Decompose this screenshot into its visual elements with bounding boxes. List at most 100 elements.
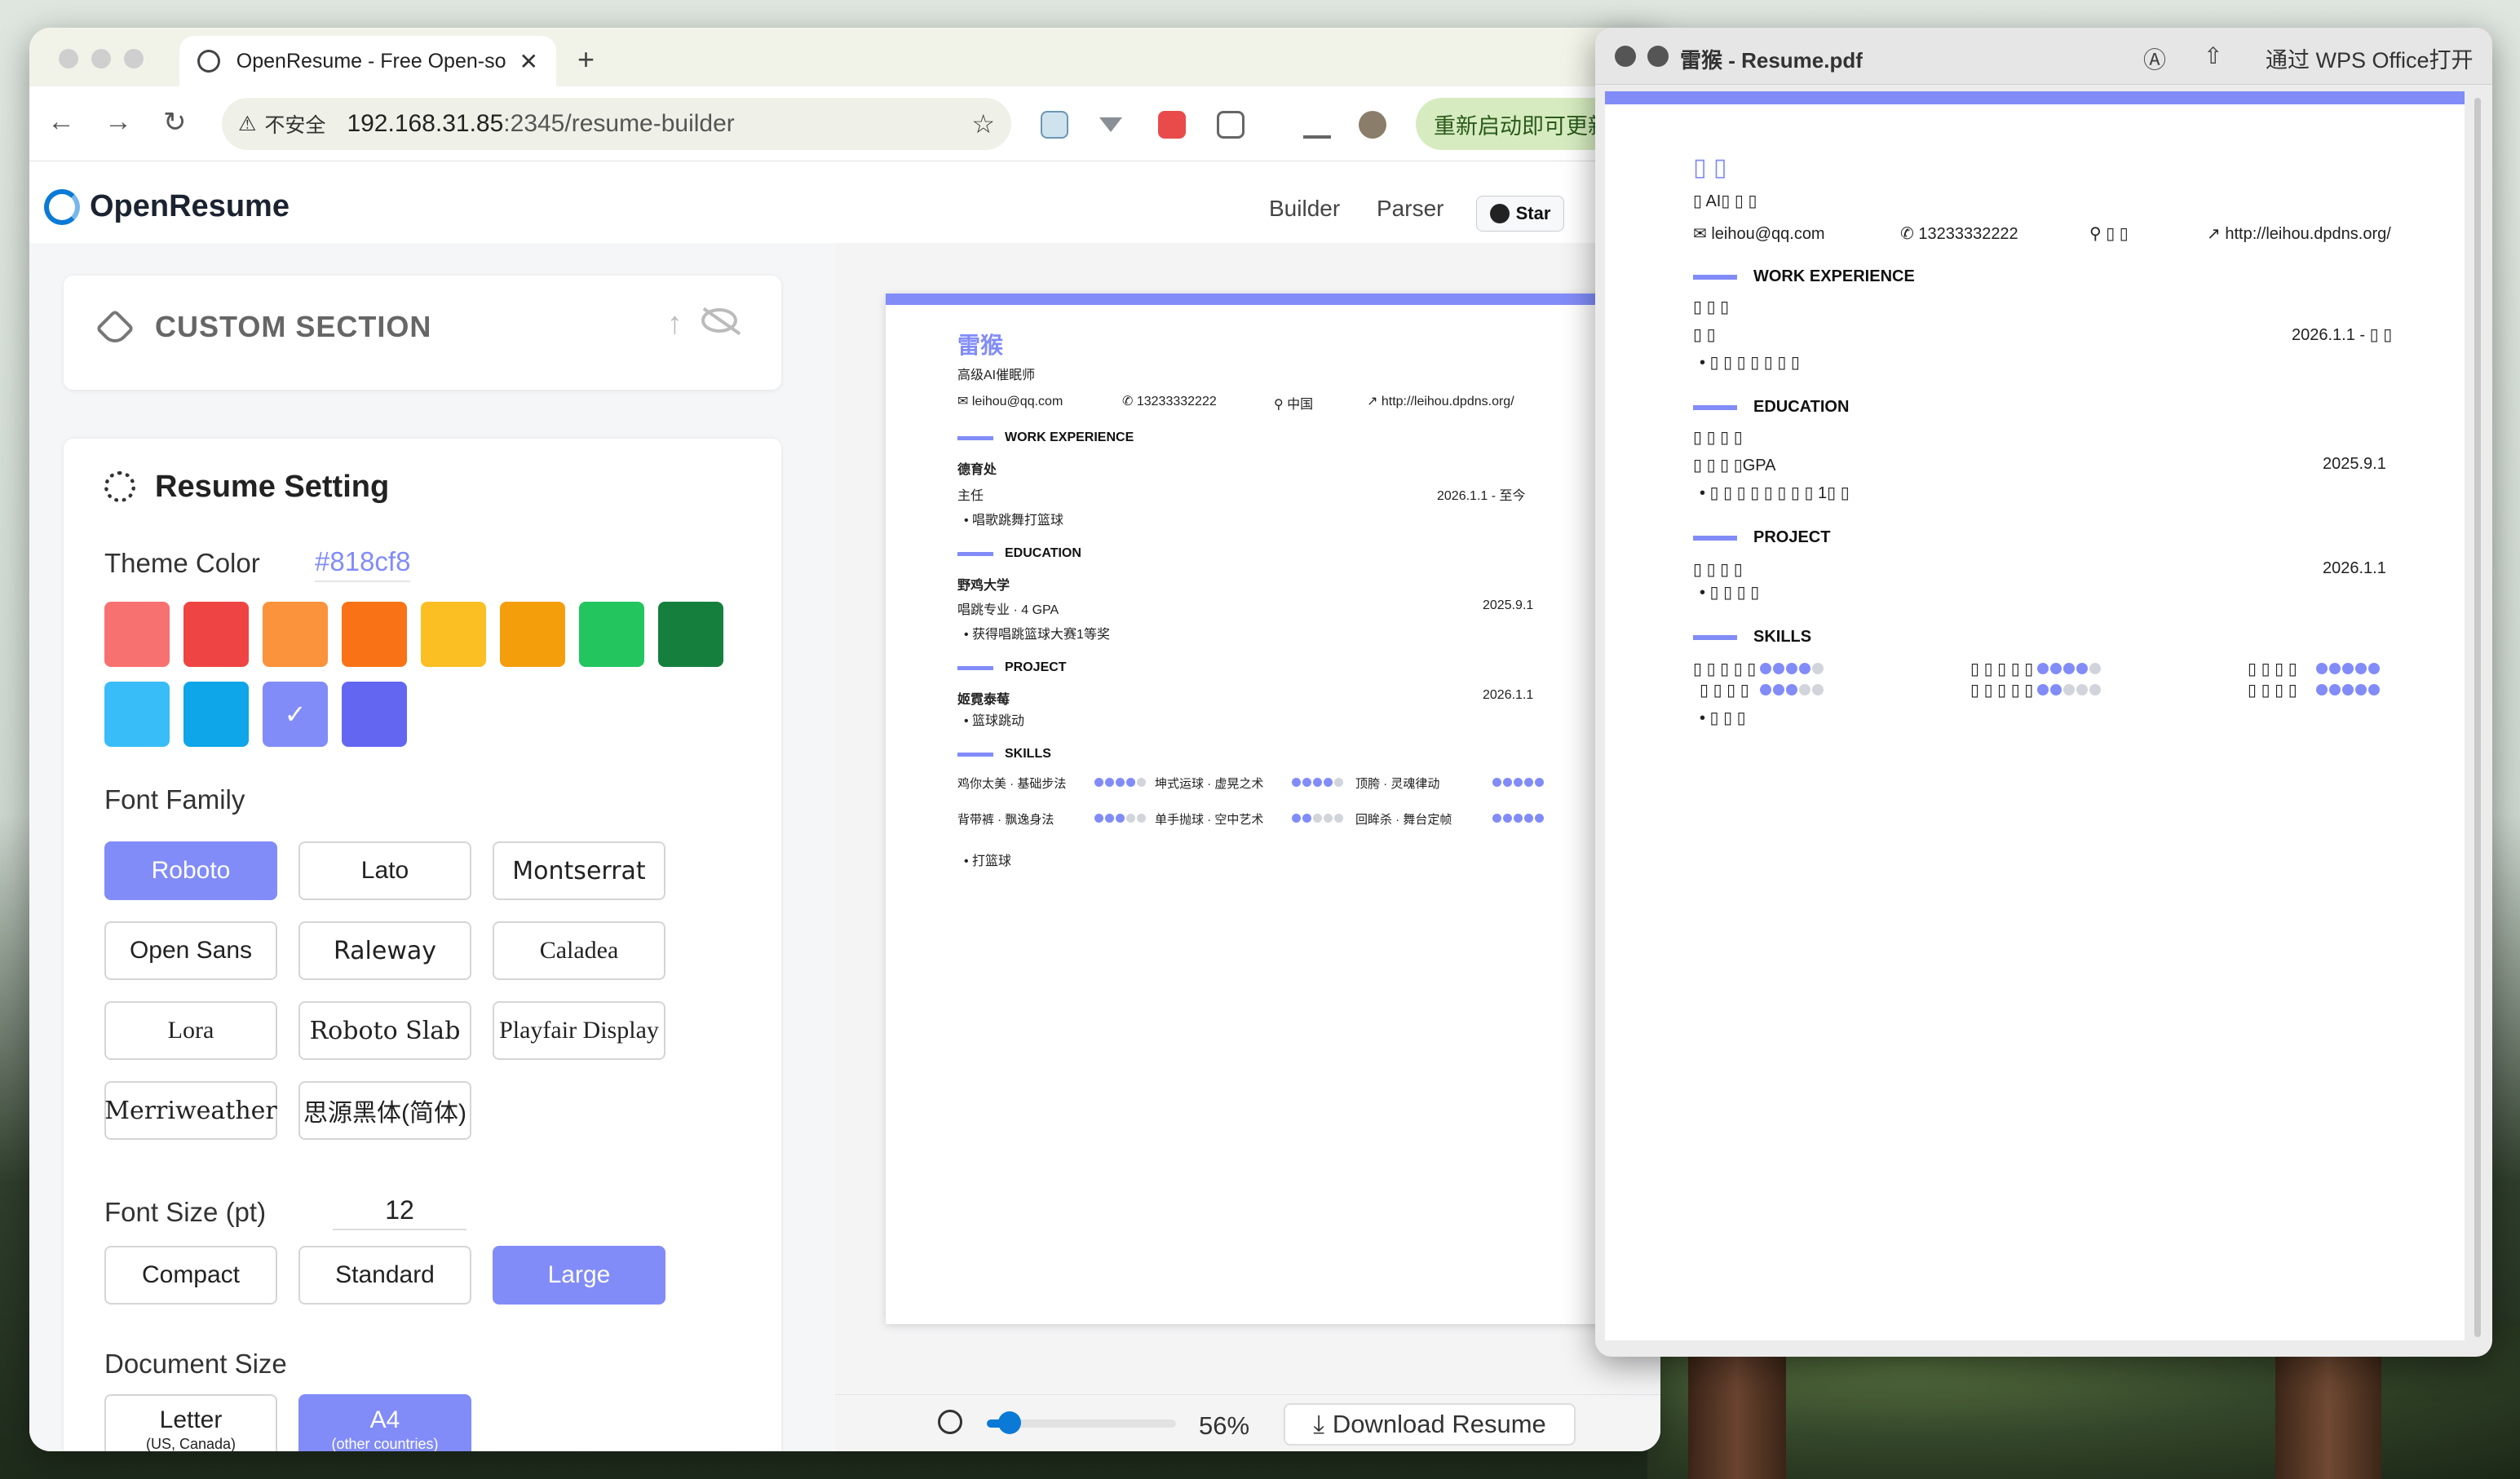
document-size-button[interactable]: A4 (other countries)	[298, 1394, 471, 1451]
color-swatch[interactable]	[500, 602, 565, 667]
extensions-icon[interactable]	[1217, 111, 1245, 139]
pdf-page: 󠁿󠁿▯ ▯ ▯ AI▯ ▯ ▯ ✉ leihou@qq.com ✆ 132333…	[1605, 91, 2465, 1340]
resume-email-text: leihou@qq.com	[971, 395, 1063, 408]
custom-section-card: CUSTOM SECTION ↑	[64, 276, 781, 390]
font-option-button[interactable]: Caladea	[493, 921, 665, 980]
hide-eye-icon[interactable]	[701, 308, 737, 333]
font-option-button[interactable]: Open Sans	[104, 921, 277, 980]
github-icon	[1489, 204, 1510, 223]
color-swatch[interactable]	[263, 602, 328, 667]
pdf-name: 󠁿󠁿▯ ▯	[1693, 154, 1727, 181]
pdf-work-company: ▯ ▯ ▯	[1693, 298, 1730, 316]
font-option-button[interactable]: Playfair Display	[493, 1001, 665, 1060]
block-icon[interactable]	[1647, 46, 1669, 67]
color-swatch[interactable]	[658, 602, 723, 667]
address-bar[interactable]: ⚠ 不安全 192.168.31.85:2345/resume-builder ☆	[222, 98, 1011, 150]
pdf-skill-dot	[2368, 663, 2380, 674]
pdf-phone-text: 13233332222	[1918, 225, 2018, 243]
vue-devtools-icon[interactable]	[1099, 117, 1122, 132]
project-bullet: • 篮球跳动	[964, 714, 1025, 728]
zoom-window-button[interactable]	[124, 49, 144, 68]
font-size-input[interactable]: 12	[333, 1195, 466, 1230]
download-icon[interactable]	[1303, 111, 1331, 139]
reload-icon[interactable]: ↻	[163, 106, 187, 139]
forward-icon[interactable]: →	[104, 106, 132, 138]
nav-builder-link[interactable]: Builder	[1269, 196, 1340, 222]
move-up-icon[interactable]: ↑	[667, 307, 683, 342]
document-size-sublabel: (other countries)	[331, 1435, 439, 1452]
minimize-window-button[interactable]	[91, 49, 111, 68]
gear-icon	[104, 471, 135, 502]
font-option-button[interactable]: Merriweather	[104, 1081, 277, 1140]
font-size-option-button[interactable]: Large	[493, 1246, 665, 1305]
pdf-skill-dot	[2089, 663, 2101, 674]
openresume-logo-icon[interactable]	[44, 189, 80, 225]
address-toolbar: ← → ↻ ⚠ 不安全 192.168.31.85:2345/resume-bui…	[29, 86, 1660, 161]
download-resume-button[interactable]: ⤓ Download Resume	[1284, 1403, 1576, 1446]
color-swatch[interactable]	[342, 682, 407, 747]
profile-avatar[interactable]	[1359, 111, 1386, 139]
skill-level-dots	[1292, 812, 1345, 827]
pdf-edu-date: 2025.9.1	[2323, 455, 2386, 473]
pdf-skill-name: ▯ ▯ ▯ ▯ ▯	[1970, 682, 2034, 700]
color-swatch[interactable]	[104, 682, 170, 747]
close-window-button[interactable]	[59, 49, 78, 68]
pdf-skill-dot	[1799, 684, 1810, 695]
skill-level-dots	[1094, 776, 1147, 791]
font-option-button[interactable]: Lora	[104, 1001, 277, 1060]
bookmark-star-icon[interactable]: ☆	[971, 108, 995, 139]
color-swatch[interactable]	[183, 682, 249, 747]
font-option-button[interactable]: Raleway	[298, 921, 471, 980]
new-tab-button[interactable]: +	[577, 42, 595, 77]
pdf-skill-dot	[2316, 684, 2328, 695]
nav-parser-link[interactable]: Parser	[1377, 196, 1443, 222]
color-swatch[interactable]	[104, 602, 170, 667]
pdf-viewer-window: 雷猴 - Resume.pdf Ⓐ ⇧ 通过 WPS Office打开 󠁿󠁿▯ …	[1595, 28, 2492, 1357]
font-option-button[interactable]: Montserrat	[493, 841, 665, 900]
theme-color-input[interactable]: #818cf8	[315, 546, 411, 582]
security-indicator[interactable]: ⚠ 不安全	[238, 109, 325, 139]
skill-dot	[1105, 778, 1114, 787]
fe-helper-icon[interactable]	[1158, 111, 1186, 139]
font-size-option-button[interactable]: Compact	[104, 1246, 277, 1305]
color-swatch[interactable]	[421, 602, 486, 667]
font-family-label: Font Family	[104, 784, 245, 815]
zoom-slider-knob[interactable]	[998, 1411, 1021, 1434]
logo-text[interactable]: OpenResume	[90, 189, 290, 224]
project-date: 2026.1.1	[1483, 688, 1534, 702]
open-with-wps-button[interactable]: 通过 WPS Office打开	[2266, 42, 2474, 74]
pdf-skill-dot	[2037, 663, 2049, 674]
document-size-button[interactable]: Letter (US, Canada)	[104, 1394, 277, 1451]
skill-dot	[1313, 778, 1322, 787]
close-window-icon[interactable]	[1615, 46, 1636, 67]
pdf-skill-level-dots	[2037, 682, 2102, 700]
pdf-title-line: ▯ AI▯ ▯ ▯	[1693, 192, 1757, 210]
github-star-button[interactable]: Star	[1476, 196, 1564, 232]
pdf-skill-dot	[2329, 684, 2341, 695]
pdf-skill-name: ▯ ▯ ▯ ▯ ▯	[1970, 660, 2034, 678]
react-devtools-icon[interactable]	[1041, 111, 1068, 139]
color-swatch[interactable]: ✓	[263, 682, 328, 747]
font-option-button[interactable]: 思源黑体(简体)	[298, 1081, 471, 1140]
color-swatch[interactable]	[183, 602, 249, 667]
font-size-option-button[interactable]: Standard	[298, 1246, 471, 1305]
color-swatch[interactable]	[579, 602, 644, 667]
font-option-button[interactable]: Lato	[298, 841, 471, 900]
pdf-scrollbar[interactable]	[2474, 98, 2481, 1337]
annotate-icon[interactable]: Ⓐ	[2143, 42, 2166, 75]
color-swatch[interactable]	[342, 602, 407, 667]
skill-name: 顶胯 · 灵魂律动	[1355, 777, 1440, 791]
location-icon: ⚲	[2089, 225, 2107, 243]
font-option-button[interactable]: Roboto	[104, 841, 277, 900]
font-option-button[interactable]: Roboto Slab	[298, 1001, 471, 1060]
pdf-skill-dot	[2355, 684, 2367, 695]
pdf-education-heading: EDUCATION	[1693, 398, 1849, 417]
skill-dot	[1137, 778, 1146, 787]
browser-tab[interactable]: OpenResume - Free Open-so ✕	[179, 36, 556, 86]
skill-dot	[1324, 814, 1333, 823]
back-icon[interactable]: ←	[47, 106, 75, 138]
skill-level-dots	[1492, 812, 1545, 827]
pdf-skill-dot	[2089, 684, 2101, 695]
close-tab-icon[interactable]: ✕	[519, 48, 538, 75]
share-icon[interactable]: ⇧	[2204, 42, 2222, 69]
